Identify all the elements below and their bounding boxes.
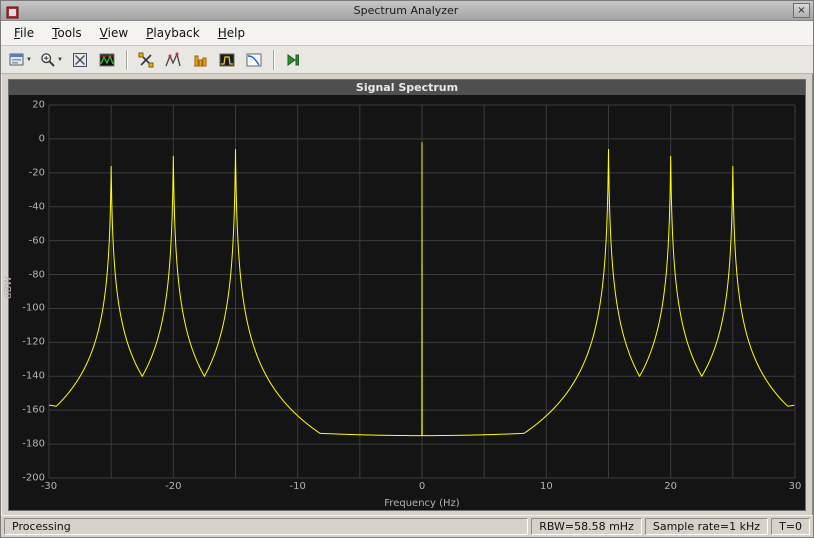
x-tick-label: 0 (418, 481, 426, 492)
plot-region: Signal Spectrum -30 -20 -10 0 10 20 30 20 0 -20 -4… (1, 74, 813, 515)
x-axis-label: Frequency (Hz) (384, 498, 460, 509)
window-icon (6, 4, 19, 19)
spectrum-settings-button[interactable] (95, 48, 120, 71)
spectral-mask-button[interactable] (215, 48, 240, 71)
step-forward-button[interactable] (281, 48, 306, 71)
titlebar: Spectrum Analyzer × (1, 1, 813, 21)
cursor-measurements-button[interactable] (134, 48, 159, 71)
y-tick-label: 0 (38, 133, 45, 145)
dropdown-arrow-icon: ▼ (56, 56, 63, 63)
y-tick-label: -140 (22, 370, 45, 382)
y-tick-label: -40 (28, 201, 45, 213)
toolbar: ▼ ▼ (1, 46, 813, 74)
x-tick-label: -20 (165, 481, 182, 492)
menu-file[interactable]: File (5, 23, 43, 43)
close-button[interactable]: × (793, 3, 810, 18)
status-segment: RBW=58.58 mHz (531, 518, 642, 535)
spectrum-plot[interactable]: -30 -20 -10 0 10 20 30 20 0 -20 -40 -60 -80 -100 -120-… (3, 95, 805, 510)
window-title: Spectrum Analyzer (353, 4, 459, 17)
statusbar: Processing RBW=58.58 mHz Sample rate=1 kH… (1, 515, 813, 537)
y-tick-label: -60 (28, 235, 45, 247)
menu-playback[interactable]: Playback (137, 23, 209, 43)
spectrum-trace-svg (48, 104, 796, 479)
menubar: File Tools View Playback Help (1, 21, 813, 46)
x-tick-label: 10 (539, 481, 553, 492)
peak-finder-button[interactable] (161, 48, 186, 71)
x-tick-label: 30 (788, 481, 802, 492)
y-tick-label: -100 (22, 302, 45, 314)
y-tick-label: -200 (22, 472, 45, 484)
y-tick-label: -20 (28, 167, 45, 179)
x-tick-label: 20 (664, 481, 678, 492)
zoom-button[interactable]: ▼ (37, 48, 66, 71)
toolbar-separator (125, 49, 128, 70)
y-tick-label: -160 (22, 404, 45, 416)
y-tick-label: -80 (28, 269, 45, 281)
menu-view[interactable]: View (91, 23, 137, 43)
status-text: Processing (4, 518, 529, 535)
spectrum-analyzer-window: Spectrum Analyzer × File Tools View Playbac… (0, 0, 814, 538)
fit-to-view-button[interactable] (68, 48, 93, 71)
y-axis-label: dBW (2, 275, 14, 299)
plot-widget: Signal Spectrum -30 -20 -10 0 10 20 30 20 0 -20 -4… (3, 79, 806, 511)
scope-configuration-button[interactable]: ▼ (6, 48, 35, 71)
status-segment: Sample rate=1 kHz (644, 518, 769, 535)
y-tick-label: -120 (22, 336, 45, 348)
status-segment: T=0 (771, 518, 810, 535)
plot-title: Signal Spectrum (9, 80, 805, 95)
toolbar-separator (272, 49, 275, 70)
menu-help[interactable]: Help (209, 23, 254, 43)
x-tick-label: -10 (289, 481, 306, 492)
status-segments: RBW=58.58 mHz Sample rate=1 kHz T=0 (531, 518, 810, 535)
y-tick-label: 20 (32, 99, 45, 111)
y-tick-label: -180 (22, 438, 45, 450)
dropdown-arrow-icon: ▼ (26, 56, 32, 63)
ccdf-measurements-button[interactable] (242, 48, 267, 71)
distortion-measurements-button[interactable] (188, 48, 213, 71)
menu-tools[interactable]: Tools (43, 23, 91, 43)
